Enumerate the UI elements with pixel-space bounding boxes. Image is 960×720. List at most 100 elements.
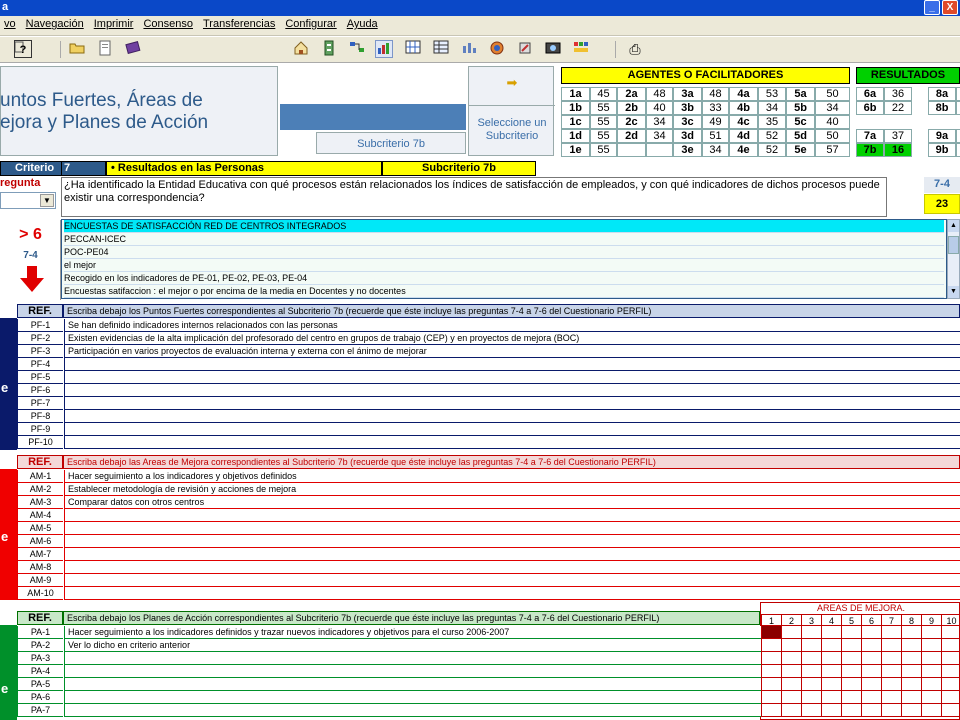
areas-mejora-cell[interactable] <box>941 639 960 652</box>
resultados-key-cell[interactable]: 7b <box>856 143 884 157</box>
evidence-item[interactable]: Recogido en los indicadores de PE-01, PE… <box>64 272 944 285</box>
agentes-key-cell[interactable]: 3e <box>673 143 702 157</box>
menu-item[interactable]: Ayuda <box>343 16 382 32</box>
pa-row-ref[interactable]: PA-1 <box>17 626 63 639</box>
folder-icon[interactable] <box>68 40 86 58</box>
areas-mejora-cell[interactable] <box>901 665 921 678</box>
areas-mejora-cell[interactable] <box>901 626 921 639</box>
agentes-key-cell[interactable]: 4b <box>729 101 758 115</box>
agentes-key-cell[interactable]: 1a <box>561 87 590 101</box>
resultados-key-cell[interactable]: 9b <box>928 143 956 157</box>
agentes-key-cell[interactable]: 3c <box>673 115 702 129</box>
pf-row-ref[interactable]: PF-3 <box>17 345 63 358</box>
scroll-thumb[interactable] <box>948 236 959 254</box>
pa-row-text[interactable] <box>64 691 761 704</box>
areas-mejora-cell[interactable] <box>821 691 841 704</box>
areas-mejora-cell[interactable] <box>801 678 821 691</box>
areas-mejora-cell[interactable] <box>941 691 960 704</box>
help-icon[interactable]: ? <box>14 40 32 58</box>
pa-row-text[interactable] <box>64 665 761 678</box>
am-row-ref[interactable]: AM-3 <box>17 496 63 509</box>
evidence-scrollbar[interactable]: ▲ ▼ <box>947 219 960 299</box>
am-row-text[interactable] <box>64 574 960 587</box>
target-icon[interactable] <box>488 40 506 58</box>
pa-row-ref[interactable]: PA-3 <box>17 652 63 665</box>
areas-mejora-cell[interactable] <box>781 665 801 678</box>
agentes-key-cell[interactable]: 2d <box>617 129 646 143</box>
printer-icon[interactable]: ⎙ <box>626 40 644 58</box>
areas-mejora-cell[interactable] <box>901 678 921 691</box>
areas-mejora-cell[interactable] <box>801 665 821 678</box>
areas-mejora-cell[interactable] <box>921 665 941 678</box>
resultados-key-cell[interactable]: 8b <box>928 101 956 115</box>
resultados-key-cell[interactable]: 7a <box>856 129 884 143</box>
am-row-text[interactable]: Establecer metodología de revisión y acc… <box>64 483 960 496</box>
pa-row-text[interactable]: Hacer seguimiento a los indicadores defi… <box>64 626 761 639</box>
document-icon[interactable] <box>96 40 114 58</box>
pf-row-ref[interactable]: PF-9 <box>17 423 63 436</box>
areas-mejora-cell[interactable] <box>941 665 960 678</box>
pa-row-ref[interactable]: PA-5 <box>17 678 63 691</box>
areas-mejora-cell[interactable] <box>901 704 921 717</box>
areas-mejora-cell[interactable] <box>801 704 821 717</box>
areas-mejora-cell[interactable] <box>841 691 861 704</box>
menu-item[interactable]: Imprimir <box>90 16 138 32</box>
agentes-key-cell[interactable]: 1d <box>561 129 590 143</box>
areas-mejora-cell[interactable] <box>841 652 861 665</box>
areas-mejora-cell[interactable] <box>881 691 901 704</box>
agentes-key-cell[interactable]: 2a <box>617 87 646 101</box>
agentes-key-cell[interactable]: 5d <box>786 129 815 143</box>
am-row-ref[interactable]: AM-9 <box>17 574 63 587</box>
select-subcriterio-button[interactable]: ➡ Seleccione un Subcriterio <box>468 66 555 156</box>
books-icon[interactable] <box>124 40 142 58</box>
areas-mejora-cell[interactable] <box>761 639 781 652</box>
areas-mejora-cell[interactable] <box>861 652 881 665</box>
areas-mejora-cell[interactable] <box>941 626 960 639</box>
network-icon[interactable] <box>348 40 366 58</box>
areas-mejora-cell[interactable] <box>921 652 941 665</box>
pf-row-ref[interactable]: PF-5 <box>17 371 63 384</box>
agentes-key-cell[interactable]: 5e <box>786 143 815 157</box>
am-row-text[interactable]: Comparar datos con otros centros <box>64 496 960 509</box>
areas-mejora-cell[interactable] <box>861 639 881 652</box>
agentes-key-cell[interactable]: 4e <box>729 143 758 157</box>
chevron-down-icon[interactable]: ▼ <box>40 194 54 207</box>
areas-mejora-cell[interactable] <box>821 652 841 665</box>
pa-row-ref[interactable]: PA-2 <box>17 639 63 652</box>
pf-row-text[interactable]: Se han definido indicadores internos rel… <box>64 319 960 332</box>
areas-mejora-cell[interactable] <box>801 639 821 652</box>
areas-mejora-cell[interactable] <box>841 665 861 678</box>
grid-chart-icon[interactable] <box>404 40 422 58</box>
minimize-button[interactable]: _ <box>924 0 940 15</box>
areas-mejora-cell[interactable] <box>881 626 901 639</box>
palette-icon[interactable] <box>572 40 590 58</box>
pf-row-text[interactable] <box>64 397 960 410</box>
areas-mejora-cell[interactable] <box>921 704 941 717</box>
pa-row-text[interactable] <box>64 678 761 691</box>
areas-mejora-cell[interactable] <box>781 704 801 717</box>
agentes-key-cell[interactable]: 2b <box>617 101 646 115</box>
agentes-key-cell[interactable]: 3d <box>673 129 702 143</box>
areas-mejora-cell[interactable] <box>841 626 861 639</box>
agentes-key-cell[interactable]: 4c <box>729 115 758 129</box>
pf-row-text[interactable] <box>64 436 960 449</box>
evidence-item[interactable]: el mejor <box>64 259 944 272</box>
pf-row-ref[interactable]: PF-1 <box>17 319 63 332</box>
areas-mejora-cell[interactable] <box>821 639 841 652</box>
areas-mejora-cell[interactable] <box>881 639 901 652</box>
am-row-text[interactable] <box>64 587 960 600</box>
agentes-key-cell[interactable]: 2c <box>617 115 646 129</box>
areas-mejora-cell[interactable] <box>921 626 941 639</box>
pf-row-ref[interactable]: PF-4 <box>17 358 63 371</box>
am-row-text[interactable] <box>64 561 960 574</box>
areas-mejora-cell[interactable] <box>761 704 781 717</box>
pf-row-ref[interactable]: PF-2 <box>17 332 63 345</box>
areas-mejora-cell[interactable] <box>781 639 801 652</box>
areas-mejora-cell[interactable] <box>821 626 841 639</box>
areas-mejora-cell[interactable] <box>801 626 821 639</box>
pf-row-text[interactable] <box>64 384 960 397</box>
menu-item[interactable]: Transferencias <box>199 16 279 32</box>
areas-mejora-cell[interactable] <box>941 704 960 717</box>
am-row-text[interactable]: Hacer seguimiento a los indicadores y ob… <box>64 470 960 483</box>
areas-mejora-cell[interactable] <box>801 691 821 704</box>
